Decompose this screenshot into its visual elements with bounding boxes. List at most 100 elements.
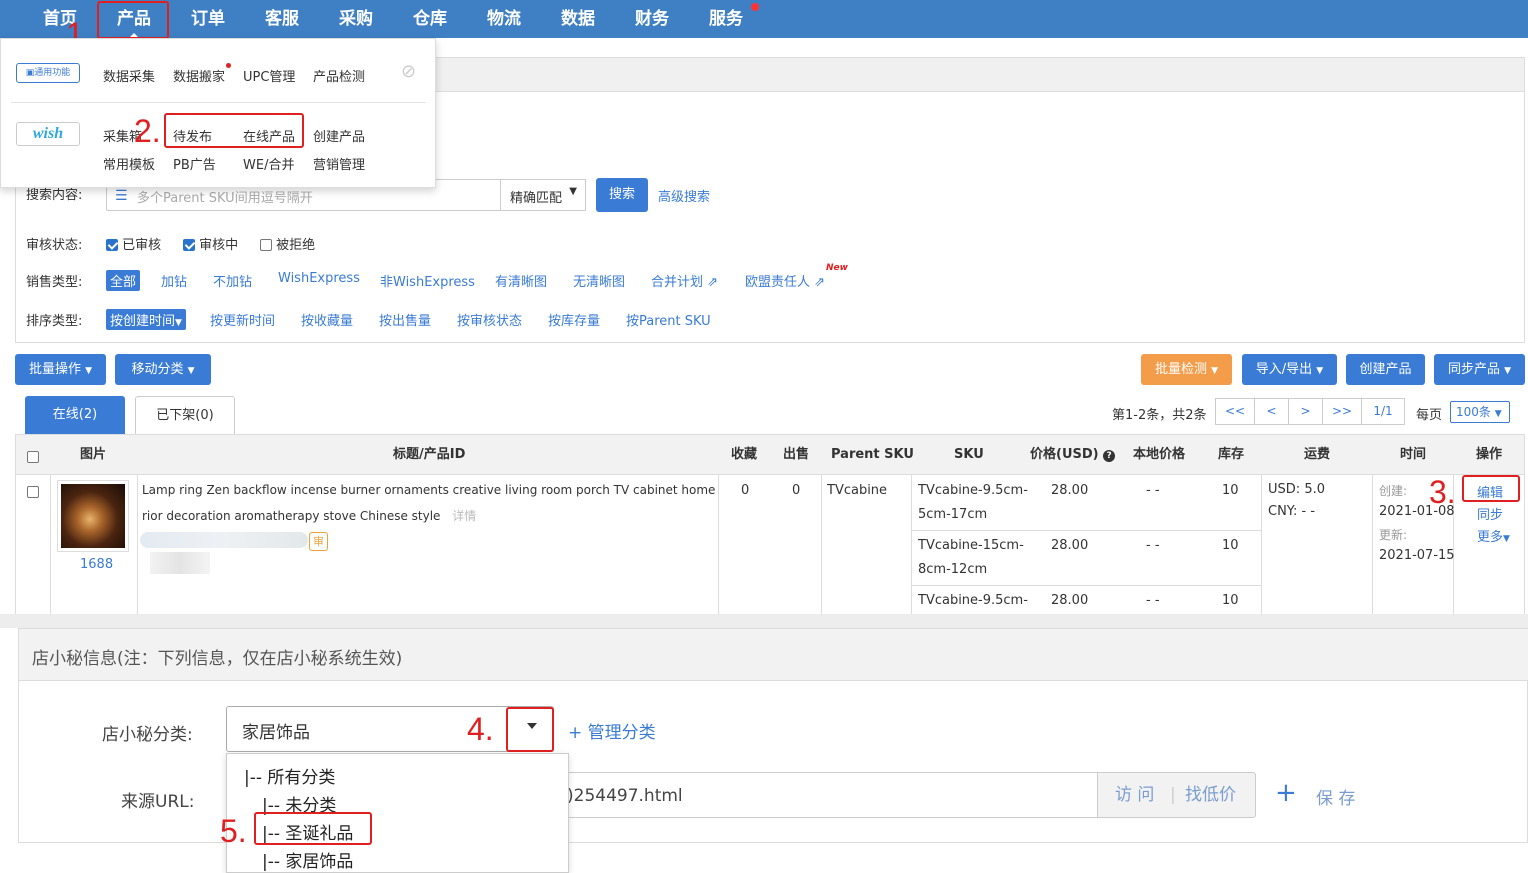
move-category-button[interactable]: 移动分类 ▼ [115,354,211,385]
menu-data-collect[interactable]: 数据采集 [103,66,155,85]
pager-prev[interactable]: < [1254,398,1289,425]
menu-templates[interactable]: 常用模板 [103,154,155,173]
audit-option-label: 被拒绝 [276,238,316,253]
audit-option-rejected[interactable]: 被拒绝 [260,234,315,253]
category-select[interactable]: 家居饰品 [226,706,554,752]
sku-row-divider [911,530,1261,531]
sort-by-audit[interactable]: 按审核状态 [457,310,522,329]
ship-cny-value: - - [1301,504,1316,519]
checkbox-unchecked[interactable] [27,486,39,498]
sale-type-non-wishexpress[interactable]: 非WishExpress [380,271,475,290]
nav-warehouse[interactable]: 仓库 [395,0,465,38]
sale-type-no-diamond[interactable]: 不加钻 [213,271,252,290]
sku-2-stock: 10 [1222,538,1239,553]
caret-down-icon: ▼ [1504,366,1512,376]
detail-link[interactable]: 详情 [452,509,476,523]
menu-pb-ads[interactable]: PB广告 [173,154,216,173]
sale-type-merge-plan[interactable]: 合并计划 ⇗ [651,271,718,290]
tab-online[interactable]: 在线(2) [25,396,125,434]
sync-link[interactable]: 同步 [1477,504,1503,523]
audit-option-approved[interactable]: 已审核 [106,234,161,253]
menu-create-product[interactable]: 创建产品 [313,126,365,145]
find-low-price-button[interactable]: 找低价 [1185,773,1236,817]
pager-next[interactable]: > [1288,398,1323,425]
save-button[interactable]: 保 存 [1316,784,1355,809]
sku-1-local: - - [1146,483,1160,498]
ship-usd: USD: 5.0 [1268,482,1325,497]
menu-product-check[interactable]: 产品检测 [313,66,365,85]
nav-data[interactable]: 数据 [543,0,613,38]
sale-type-eu-rep[interactable]: 欧盟责任人 ⇗ [745,271,825,290]
advanced-search-link[interactable]: 高级搜索 [658,186,710,205]
sale-type-diamond[interactable]: 加钻 [161,271,187,290]
pager-first[interactable]: << [1215,398,1255,425]
category-option-all[interactable]: |-- 所有分类 [244,763,335,788]
chevron-down-icon: ▼ [1494,409,1502,419]
per-page-select[interactable]: 100条 ▼ [1450,401,1510,423]
sort-by-favorites[interactable]: 按收藏量 [301,310,353,329]
sort-by-sold[interactable]: 按出售量 [379,310,431,329]
product-thumbnail[interactable] [57,480,129,552]
category-option-home-decor[interactable]: |-- 家居饰品 [262,847,353,872]
select-all-checkbox[interactable] [27,450,39,465]
visit-button[interactable]: 访 问 [1115,773,1154,817]
menu-upc[interactable]: UPC管理 [243,66,295,85]
help-icon[interactable]: ? [1103,450,1116,462]
audit-option-reviewing[interactable]: 审核中 [183,234,238,253]
checkbox-checked[interactable] [106,239,118,251]
nav-purchase[interactable]: 采购 [321,0,391,38]
pager-page[interactable]: 1/1 [1361,398,1405,425]
manage-category-link[interactable]: + 管理分类 [568,718,656,743]
sold-value: 0 [792,483,801,498]
source-url-value: )254497.html [567,786,683,806]
nav-logistics[interactable]: 物流 [469,0,539,38]
step-label-2: 2. [134,113,161,149]
tab-offline[interactable]: 已下架(0) [135,396,235,434]
sale-type-all[interactable]: 全部 [106,270,141,291]
col-time: 时间 [1400,447,1427,462]
plus-icon[interactable]: + [1275,778,1297,808]
menu-data-move[interactable]: 数据搬家 [173,66,225,85]
col-divider [911,475,912,614]
ship-usd-label: USD: [1268,482,1301,497]
product-title-line1[interactable]: Lamp ring Zen backflow incense burner or… [142,483,717,497]
bulk-check-button[interactable]: 批量检测 ▼ [1141,354,1232,385]
sale-type-wishexpress[interactable]: WishExpress [278,271,360,286]
match-select[interactable]: 精确匹配 ▼ [500,179,586,211]
checkbox-checked[interactable] [183,239,195,251]
sort-by-created[interactable]: 按创建时间▼ [106,309,186,330]
checkbox-unchecked[interactable] [260,239,272,251]
match-select-value: 精确匹配 [510,191,563,206]
dxm-header-text: 店小秘信息 [32,649,117,669]
external-link-icon: ⇗ [814,275,826,290]
pager-last[interactable]: >> [1322,398,1362,425]
eye-off-icon[interactable]: ⊘ [401,61,416,82]
bulk-actions-button[interactable]: 批量操作 ▼ [15,354,106,385]
tag-icon: ▣ [25,68,35,78]
sync-products-button[interactable]: 同步产品 ▼ [1434,354,1525,385]
search-button[interactable]: 搜索 [596,178,648,212]
product-title-line2[interactable]: rior decoration aromatherapy stove Chine… [142,507,476,524]
create-product-button[interactable]: 创建产品 [1346,354,1425,385]
checkbox-unchecked[interactable] [27,451,39,463]
menu-we-merge[interactable]: WE/合并 [243,154,294,173]
sku-1-line2: 5cm-17cm [918,507,988,522]
product-image [61,484,125,548]
row-checkbox[interactable] [27,485,39,500]
menu-marketing[interactable]: 营销管理 [313,154,365,173]
sort-by-stock[interactable]: 按库存量 [548,310,600,329]
sale-type-clear-img[interactable]: 有清晰图 [495,271,547,290]
sort-by-parent-sku[interactable]: 按Parent SKU [626,310,711,329]
sale-type-eu-label: 欧盟责任人 [745,275,811,290]
more-link[interactable]: 更多▼ [1477,526,1510,545]
source-link[interactable]: 1688 [80,557,113,572]
nav-service[interactable]: 客服 [247,0,317,38]
import-export-button[interactable]: 导入/导出 ▼ [1242,354,1337,385]
created-label: 创建: [1379,484,1408,498]
sort-by-updated[interactable]: 按更新时间 [210,310,275,329]
nav-finance[interactable]: 财务 [617,0,687,38]
highlight-box-edit [1462,475,1520,502]
sku-2-local: - - [1146,538,1160,553]
sale-type-no-clear-img[interactable]: 无清晰图 [573,271,625,290]
nav-orders[interactable]: 订单 [173,0,243,38]
